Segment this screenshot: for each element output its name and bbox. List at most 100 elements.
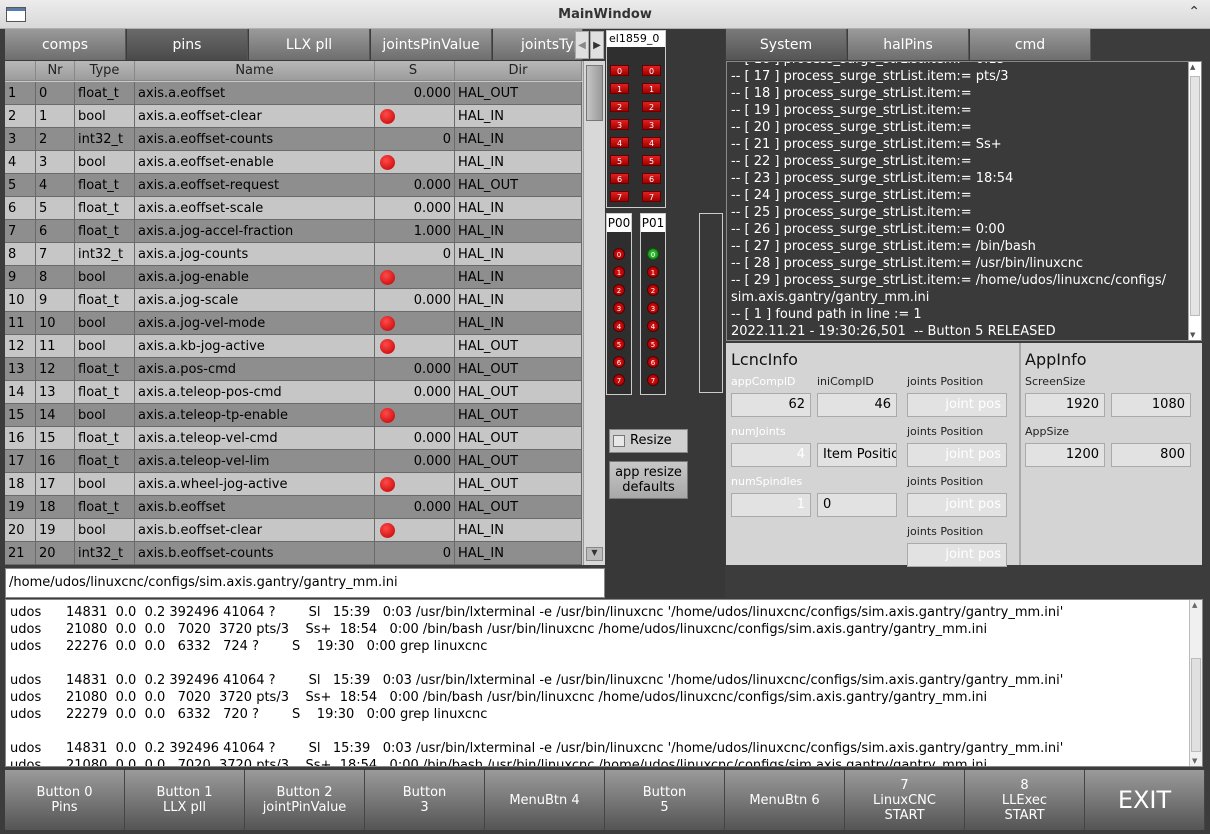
el-output-button[interactable]: 0 bbox=[610, 65, 629, 76]
checkbox-icon[interactable] bbox=[613, 435, 625, 447]
scroll-down-icon[interactable]: ▼ bbox=[1192, 757, 1197, 765]
menu-button-9[interactable]: EXIT bbox=[1085, 770, 1205, 830]
table-row[interactable]: 19 18 float_t axis.b.eoffset 0.000 HAL_OUT bbox=[5, 496, 582, 519]
col-header-name[interactable]: Name bbox=[135, 61, 375, 80]
scroll-down-icon[interactable]: ▼ bbox=[1190, 331, 1195, 339]
table-scrollbar[interactable]: ▼ bbox=[583, 61, 605, 565]
table-row[interactable]: 4 3 bool axis.a.eoffset-enable HAL_IN bbox=[5, 151, 582, 174]
col-header-s[interactable]: S bbox=[375, 61, 455, 80]
el-output-button[interactable]: 3 bbox=[610, 119, 629, 130]
scroll-up-icon[interactable]: ▲ bbox=[1190, 63, 1195, 71]
el-output-button[interactable]: 5 bbox=[610, 155, 629, 166]
table-row[interactable]: 8 7 int32_t axis.a.jog-counts 0 HAL_IN bbox=[5, 243, 582, 266]
col-header-type[interactable]: Type bbox=[75, 61, 135, 80]
menu-button-0[interactable]: Button 0 Pins bbox=[5, 770, 125, 830]
el-output-button[interactable]: 0 bbox=[642, 65, 661, 76]
menu-button-4[interactable]: MenuBtn 4 bbox=[485, 770, 605, 830]
tab-system[interactable]: System bbox=[726, 29, 847, 60]
el-output-button[interactable]: 6 bbox=[610, 173, 629, 184]
app-width-field[interactable]: 1200 bbox=[1025, 443, 1105, 467]
table-row[interactable]: 9 8 bool axis.a.jog-enable HAL_IN bbox=[5, 266, 582, 289]
table-row[interactable]: 17 16 float_t axis.a.teleop-vel-lim 0.000 HAL… bbox=[5, 450, 582, 473]
table-row[interactable]: 2 1 bool axis.a.eoffset-clear HAL_IN bbox=[5, 105, 582, 128]
el-output-button[interactable]: 2 bbox=[610, 101, 629, 112]
table-row[interactable]: 21 20 int32_t axis.b.eoffset-counts 0 HAL_IN bbox=[5, 542, 582, 565]
el-output-button[interactable]: 4 bbox=[642, 137, 661, 148]
num-spindles-field[interactable]: 1 bbox=[731, 493, 811, 517]
menu-button-3[interactable]: Button 3 bbox=[365, 770, 485, 830]
tab-llx-pll[interactable]: LLX pll bbox=[249, 29, 370, 60]
pin-type: bool bbox=[75, 335, 135, 357]
table-row[interactable]: 12 11 bool axis.a.kb-jog-active HAL_OUT bbox=[5, 335, 582, 358]
menu-button-6[interactable]: MenuBtn 6 bbox=[725, 770, 845, 830]
el-output-button[interactable]: 5 bbox=[642, 155, 661, 166]
col-header-dir[interactable]: Dir bbox=[455, 61, 582, 80]
pin-dir: HAL_IN bbox=[455, 151, 582, 173]
joint-pos-field[interactable]: joint pos bbox=[907, 443, 1007, 467]
app-height-field[interactable]: 800 bbox=[1111, 443, 1191, 467]
el-output-button[interactable]: 7 bbox=[642, 191, 661, 202]
tab-comps[interactable]: comps bbox=[5, 29, 126, 60]
tab-pins[interactable]: pins bbox=[127, 29, 248, 60]
app-resize-defaults-button[interactable]: app resize defaults bbox=[609, 461, 688, 499]
table-row[interactable]: 13 12 float_t axis.a.pos-cmd 0.000 HAL_OUT bbox=[5, 358, 582, 381]
col-header-nr[interactable]: Nr bbox=[36, 61, 75, 80]
ini-comp-id-field[interactable]: 46 bbox=[817, 393, 897, 417]
table-row[interactable]: 16 15 float_t axis.a.teleop-vel-cmd 0.000 HAL… bbox=[5, 427, 582, 450]
el-output-button[interactable]: 2 bbox=[642, 101, 661, 112]
system-log[interactable]: -- [ 16 ] process_surge_strList.item:= 0… bbox=[726, 61, 1202, 341]
menu-button-7[interactable]: 7 LinuxCNC START bbox=[845, 770, 965, 830]
scrollbar-thumb[interactable] bbox=[1191, 658, 1201, 752]
col-header-index[interactable] bbox=[5, 61, 36, 80]
table-row[interactable]: 5 4 float_t axis.a.eoffset-request 0.000 HAL_… bbox=[5, 174, 582, 197]
tab-scroll-right-icon[interactable]: ▶ bbox=[590, 31, 604, 59]
ini-path-field[interactable]: /home/udos/linuxcnc/configs/sim.axis.gan… bbox=[5, 568, 605, 598]
table-row[interactable]: 14 13 float_t axis.a.teleop-pos-cmd 0.000 HAL… bbox=[5, 381, 582, 404]
el-output-button[interactable]: 3 bbox=[642, 119, 661, 130]
menu-button-2[interactable]: Button 2 jointPinValue bbox=[245, 770, 365, 830]
table-row[interactable]: 6 5 float_t axis.a.eoffset-scale 0.000 HAL_IN bbox=[5, 197, 582, 220]
menu-button-5[interactable]: Button 5 bbox=[605, 770, 725, 830]
table-row[interactable]: 20 19 bool axis.b.eoffset-clear HAL_IN bbox=[5, 519, 582, 542]
scrollbar-thumb[interactable] bbox=[586, 65, 603, 121]
log-scrollbar[interactable]: ▲ ▼ bbox=[1188, 62, 1201, 340]
el-output-button[interactable]: 6 bbox=[642, 173, 661, 184]
item-position-field[interactable]: Item Positic bbox=[817, 443, 897, 467]
table-row[interactable]: 7 6 float_t axis.a.jog-accel-fraction 1.000 H… bbox=[5, 220, 582, 243]
screen-width-field[interactable]: 1920 bbox=[1025, 393, 1105, 417]
pin-dir: HAL_OUT bbox=[455, 381, 582, 403]
table-row[interactable]: 15 14 bool axis.a.teleop-tp-enable HAL_OUT bbox=[5, 404, 582, 427]
scrollbar-thumb[interactable] bbox=[1190, 76, 1200, 316]
process-log-scrollbar[interactable]: ▲ ▼ bbox=[1189, 600, 1202, 766]
screen-height-field[interactable]: 1080 bbox=[1111, 393, 1191, 417]
num-joints-field[interactable]: 4 bbox=[731, 443, 811, 467]
pin-name: axis.a.wheel-jog-active bbox=[135, 473, 375, 495]
el-output-button[interactable]: 7 bbox=[610, 191, 629, 202]
chevron-up-icon[interactable]: ⌃ bbox=[1188, 4, 1200, 20]
el-output-button[interactable]: 4 bbox=[610, 137, 629, 148]
table-row[interactable]: 11 10 bool axis.a.jog-vel-mode HAL_IN bbox=[5, 312, 582, 335]
table-row[interactable]: 1 0 float_t axis.a.eoffset 0.000 HAL_OUT bbox=[5, 82, 582, 105]
app-comp-id-field[interactable]: 62 bbox=[731, 393, 811, 417]
spindle-value-field[interactable]: 0 bbox=[817, 493, 897, 517]
table-row[interactable]: 18 17 bool axis.a.wheel-jog-active HAL_OUT bbox=[5, 473, 582, 496]
menu-button-1[interactable]: Button 1 LLX pll bbox=[125, 770, 245, 830]
joint-pos-field[interactable]: joint pos bbox=[907, 543, 1007, 567]
joint-pos-field[interactable]: joint pos bbox=[907, 493, 1007, 517]
menu-button-8[interactable]: 8 LLExec START bbox=[965, 770, 1085, 830]
el-output-button[interactable]: 1 bbox=[610, 83, 629, 94]
tab-cmd[interactable]: cmd bbox=[970, 29, 1091, 60]
table-row[interactable]: 10 9 float_t axis.a.jog-scale 0.000 HAL_IN bbox=[5, 289, 582, 312]
tab-scroll-left-icon[interactable]: ◀ bbox=[575, 31, 589, 59]
tab-joints-pin-value[interactable]: jointsPinValue bbox=[371, 29, 492, 60]
joint-pos-field[interactable]: joint pos bbox=[907, 393, 1007, 417]
el-output-button[interactable]: 1 bbox=[642, 83, 661, 94]
resize-checkbox[interactable]: Resize bbox=[609, 429, 688, 453]
scroll-up-icon[interactable]: ▲ bbox=[1192, 601, 1197, 609]
process-log[interactable]: udos 14831 0.0 0.2 392496 41064 ? Sl 15:… bbox=[5, 599, 1203, 767]
scroll-down-icon[interactable]: ▼ bbox=[586, 547, 603, 561]
pin-name: axis.a.jog-vel-mode bbox=[135, 312, 375, 334]
tab-halpins[interactable]: halPins bbox=[848, 29, 969, 60]
tab-joints-type[interactable]: jointsTyp bbox=[493, 29, 583, 60]
table-row[interactable]: 3 2 int32_t axis.a.eoffset-counts 0 HAL_IN bbox=[5, 128, 582, 151]
